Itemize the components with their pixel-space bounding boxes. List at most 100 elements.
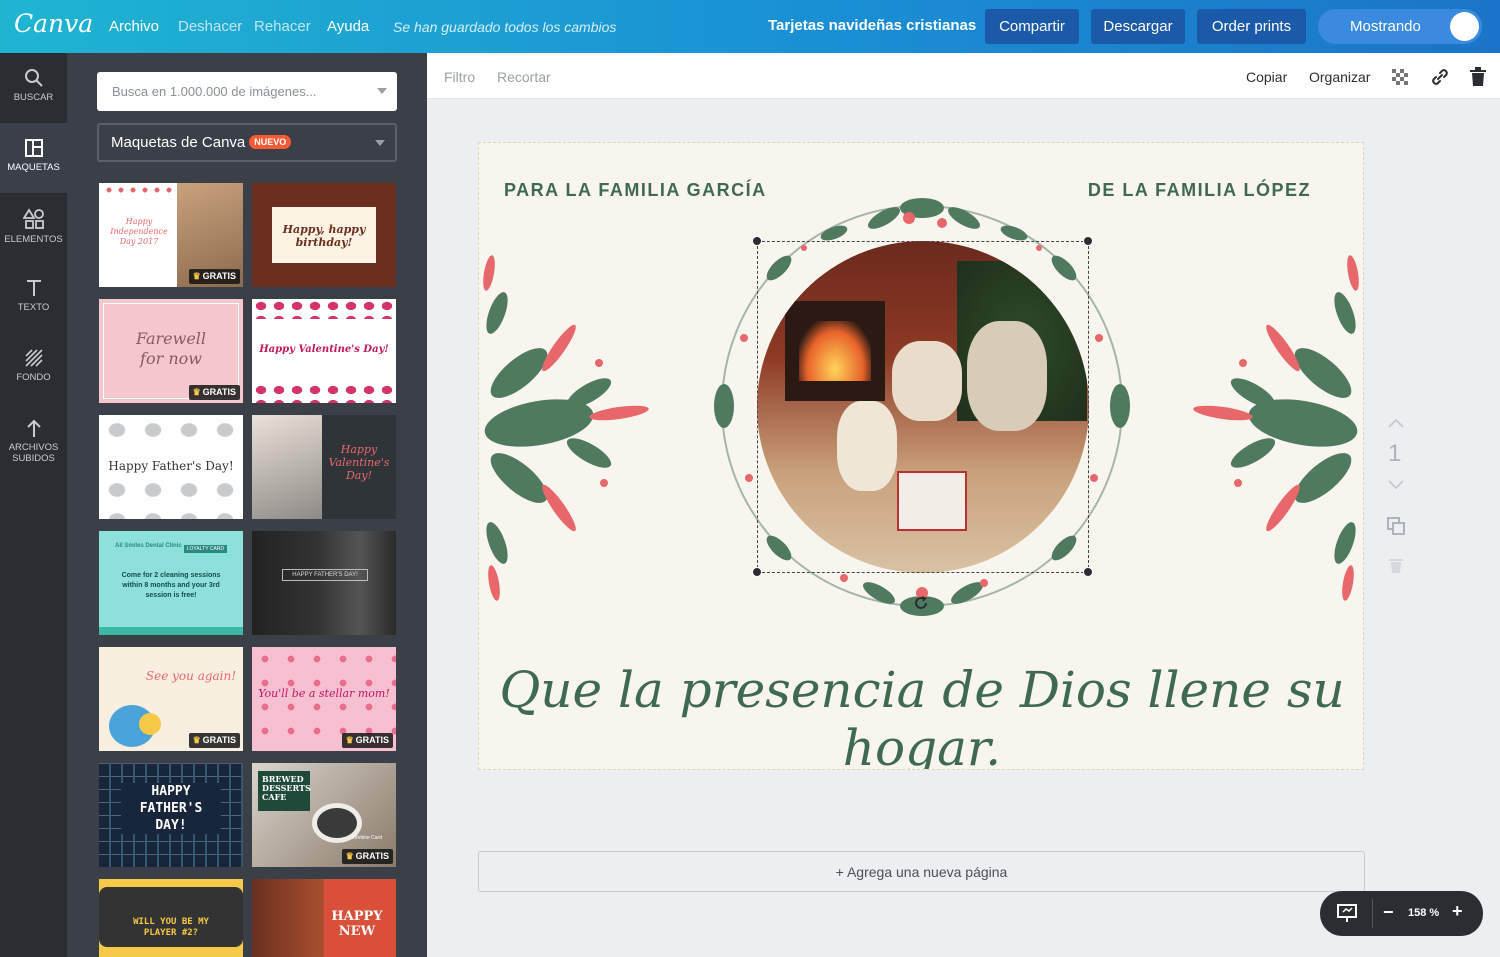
template-text: Farewell xyxy=(135,329,207,348)
help-menu[interactable]: Ayuda xyxy=(327,18,369,35)
add-page-button[interactable]: + Agrega una nueva página xyxy=(478,851,1365,892)
template-thumb[interactable]: Happy Valentine's Day! xyxy=(252,415,396,519)
template-thumb[interactable]: BREWED DESSERTS CAFE Lifetime Card ♛ GRAT… xyxy=(252,763,396,867)
download-button[interactable]: Descargar xyxy=(1091,9,1185,44)
present-icon[interactable] xyxy=(1337,903,1357,923)
free-badge: ♛ GRATIS xyxy=(341,733,393,748)
template-text: session is free! xyxy=(145,592,197,599)
new-badge: NUEVO xyxy=(249,135,292,149)
template-thumb[interactable]: See you again! ♛ GRATIS xyxy=(99,647,243,751)
arrange-button[interactable]: Organizar xyxy=(1309,69,1370,85)
template-text: Happy xyxy=(340,443,378,456)
template-text: WILL YOU BE MY xyxy=(133,917,209,927)
document-title[interactable]: Tarjetas navideñas cristianas xyxy=(768,17,976,34)
canva-logo[interactable]: Canva xyxy=(14,9,93,38)
filter-button[interactable]: Filtro xyxy=(444,69,475,85)
card-message[interactable]: Que la presencia de Dios llene su hogar. xyxy=(479,661,1363,769)
template-text: Happy, happy xyxy=(282,223,366,236)
template-text: HAPPY xyxy=(331,909,383,924)
template-text: Independence xyxy=(110,227,168,236)
resize-handle[interactable] xyxy=(1083,567,1093,577)
sidebar-item-background[interactable]: FONDO xyxy=(0,333,67,403)
sidebar-item-text[interactable]: TEXTO xyxy=(0,263,67,333)
showing-toggle[interactable]: Mostrando xyxy=(1318,9,1482,44)
template-text: HAPPY FATHER'S DAY! xyxy=(292,572,358,578)
template-text: Happy Father's Day! xyxy=(108,459,234,473)
left-floral-decoration[interactable] xyxy=(479,253,654,613)
template-thumb[interactable]: Happy Independence Day 2017 ♛ GRATIS xyxy=(99,183,243,287)
zoom-out-button[interactable]: − xyxy=(1383,902,1394,923)
design-page[interactable]: PARA LA FAMILIA GARCÍA DE LA FAMILIA LÓP… xyxy=(478,142,1364,770)
image-search-input[interactable]: Busca en 1.000.000 de imágenes... xyxy=(97,72,397,111)
template-text: birthday! xyxy=(295,236,353,249)
file-menu[interactable]: Archivo xyxy=(109,18,159,35)
chevron-down-icon[interactable] xyxy=(1387,480,1405,490)
free-badge: ♛ GRATIS xyxy=(188,269,240,284)
template-thumb[interactable]: Farewell for now ♛ GRATIS xyxy=(99,299,243,403)
resize-handle[interactable] xyxy=(752,236,762,246)
sidebar-item-label: ARCHIVOS xyxy=(8,442,59,453)
layouts-select[interactable]: Maquetas de Canva NUEVO xyxy=(97,123,397,162)
template-text: for now xyxy=(140,349,202,368)
sidebar-item-layouts[interactable]: MAQUETAS xyxy=(0,123,67,193)
crop-button[interactable]: Recortar xyxy=(497,69,551,85)
redo-button[interactable]: Rehacer xyxy=(254,18,311,35)
template-thumb[interactable]: HAPPY NEW xyxy=(252,879,396,957)
toggle-knob xyxy=(1450,12,1479,41)
template-thumb[interactable]: HAPPY FATHER'S DAY! xyxy=(252,531,396,635)
free-badge-label: GRATIS xyxy=(202,735,236,745)
template-lips xyxy=(252,383,396,403)
template-thumb[interactable]: Happy Valentine's Day! xyxy=(252,299,396,403)
template-thumb[interactable]: All Smiles Dental Clinic LOYALTY CARD Co… xyxy=(99,531,243,635)
right-floral-decoration[interactable] xyxy=(1188,253,1363,613)
template-thumb[interactable]: HAPPY FATHER'S DAY! xyxy=(99,763,243,867)
share-button[interactable]: Compartir xyxy=(985,9,1079,44)
template-text: See you again! xyxy=(145,669,237,683)
template-thumb[interactable]: Happy Father's Day! xyxy=(99,415,243,519)
zoom-level[interactable]: 158 % xyxy=(1408,907,1439,919)
search-placeholder: Busca en 1.000.000 de imágenes... xyxy=(112,84,317,99)
template-fish-spot xyxy=(139,713,161,735)
chevron-up-icon[interactable] xyxy=(1387,418,1405,428)
link-icon[interactable] xyxy=(1430,67,1450,87)
rotate-icon[interactable] xyxy=(913,595,929,611)
sidebar: BUSCAR MAQUETAS ELEMENTOS TEXTO FONDO AR… xyxy=(0,53,67,957)
layouts-panel: Busca en 1.000.000 de imágenes... Maquet… xyxy=(67,53,427,957)
sidebar-item-uploads[interactable]: ARCHIVOS SUBIDOS xyxy=(0,403,67,483)
template-text: Day 2017 xyxy=(119,237,159,246)
copy-button[interactable]: Copiar xyxy=(1246,69,1287,85)
template-text: CAFE xyxy=(262,792,287,802)
search-icon xyxy=(24,69,43,87)
template-text: Valentine's xyxy=(328,456,390,469)
chevron-down-icon xyxy=(377,88,387,94)
template-text: LOYALTY CARD xyxy=(183,545,227,553)
background-icon xyxy=(24,349,43,367)
sidebar-item-label: MAQUETAS xyxy=(7,162,60,173)
delete-page-icon[interactable] xyxy=(1388,556,1404,574)
resize-handle[interactable] xyxy=(752,567,762,577)
crown-icon: ♛ xyxy=(192,735,201,745)
zoom-in-button[interactable]: + xyxy=(1452,901,1463,922)
resize-handle[interactable] xyxy=(1083,236,1093,246)
shapes-icon xyxy=(22,208,44,229)
sidebar-item-label: TEXTO xyxy=(17,302,50,313)
undo-button[interactable]: Deshacer xyxy=(178,18,242,35)
crown-icon: ♛ xyxy=(345,735,354,745)
sidebar-item-search[interactable]: BUSCAR xyxy=(0,53,67,123)
template-thumb[interactable]: WILL YOU BE MY PLAYER #2? xyxy=(99,879,243,957)
transparency-icon[interactable] xyxy=(1392,69,1408,85)
sidebar-item-elements[interactable]: ELEMENTOS xyxy=(0,193,67,263)
template-thumb[interactable]: Happy, happy birthday! xyxy=(252,183,396,287)
page-number: 1 xyxy=(1388,440,1402,467)
crown-icon: ♛ xyxy=(192,271,201,281)
sidebar-item-label: BUSCAR xyxy=(13,92,54,103)
template-lips xyxy=(252,299,396,319)
chevron-down-icon xyxy=(375,140,385,146)
template-thumb[interactable]: You'll be a stellar mom! ♛ GRATIS xyxy=(252,647,396,751)
trash-icon[interactable] xyxy=(1469,67,1487,87)
order-prints-button[interactable]: Order prints xyxy=(1197,9,1306,44)
duplicate-page-icon[interactable] xyxy=(1386,516,1406,536)
free-badge-label: GRATIS xyxy=(202,387,236,397)
layouts-select-label: Maquetas de Canva xyxy=(111,134,246,151)
free-badge-label: GRATIS xyxy=(355,851,389,861)
